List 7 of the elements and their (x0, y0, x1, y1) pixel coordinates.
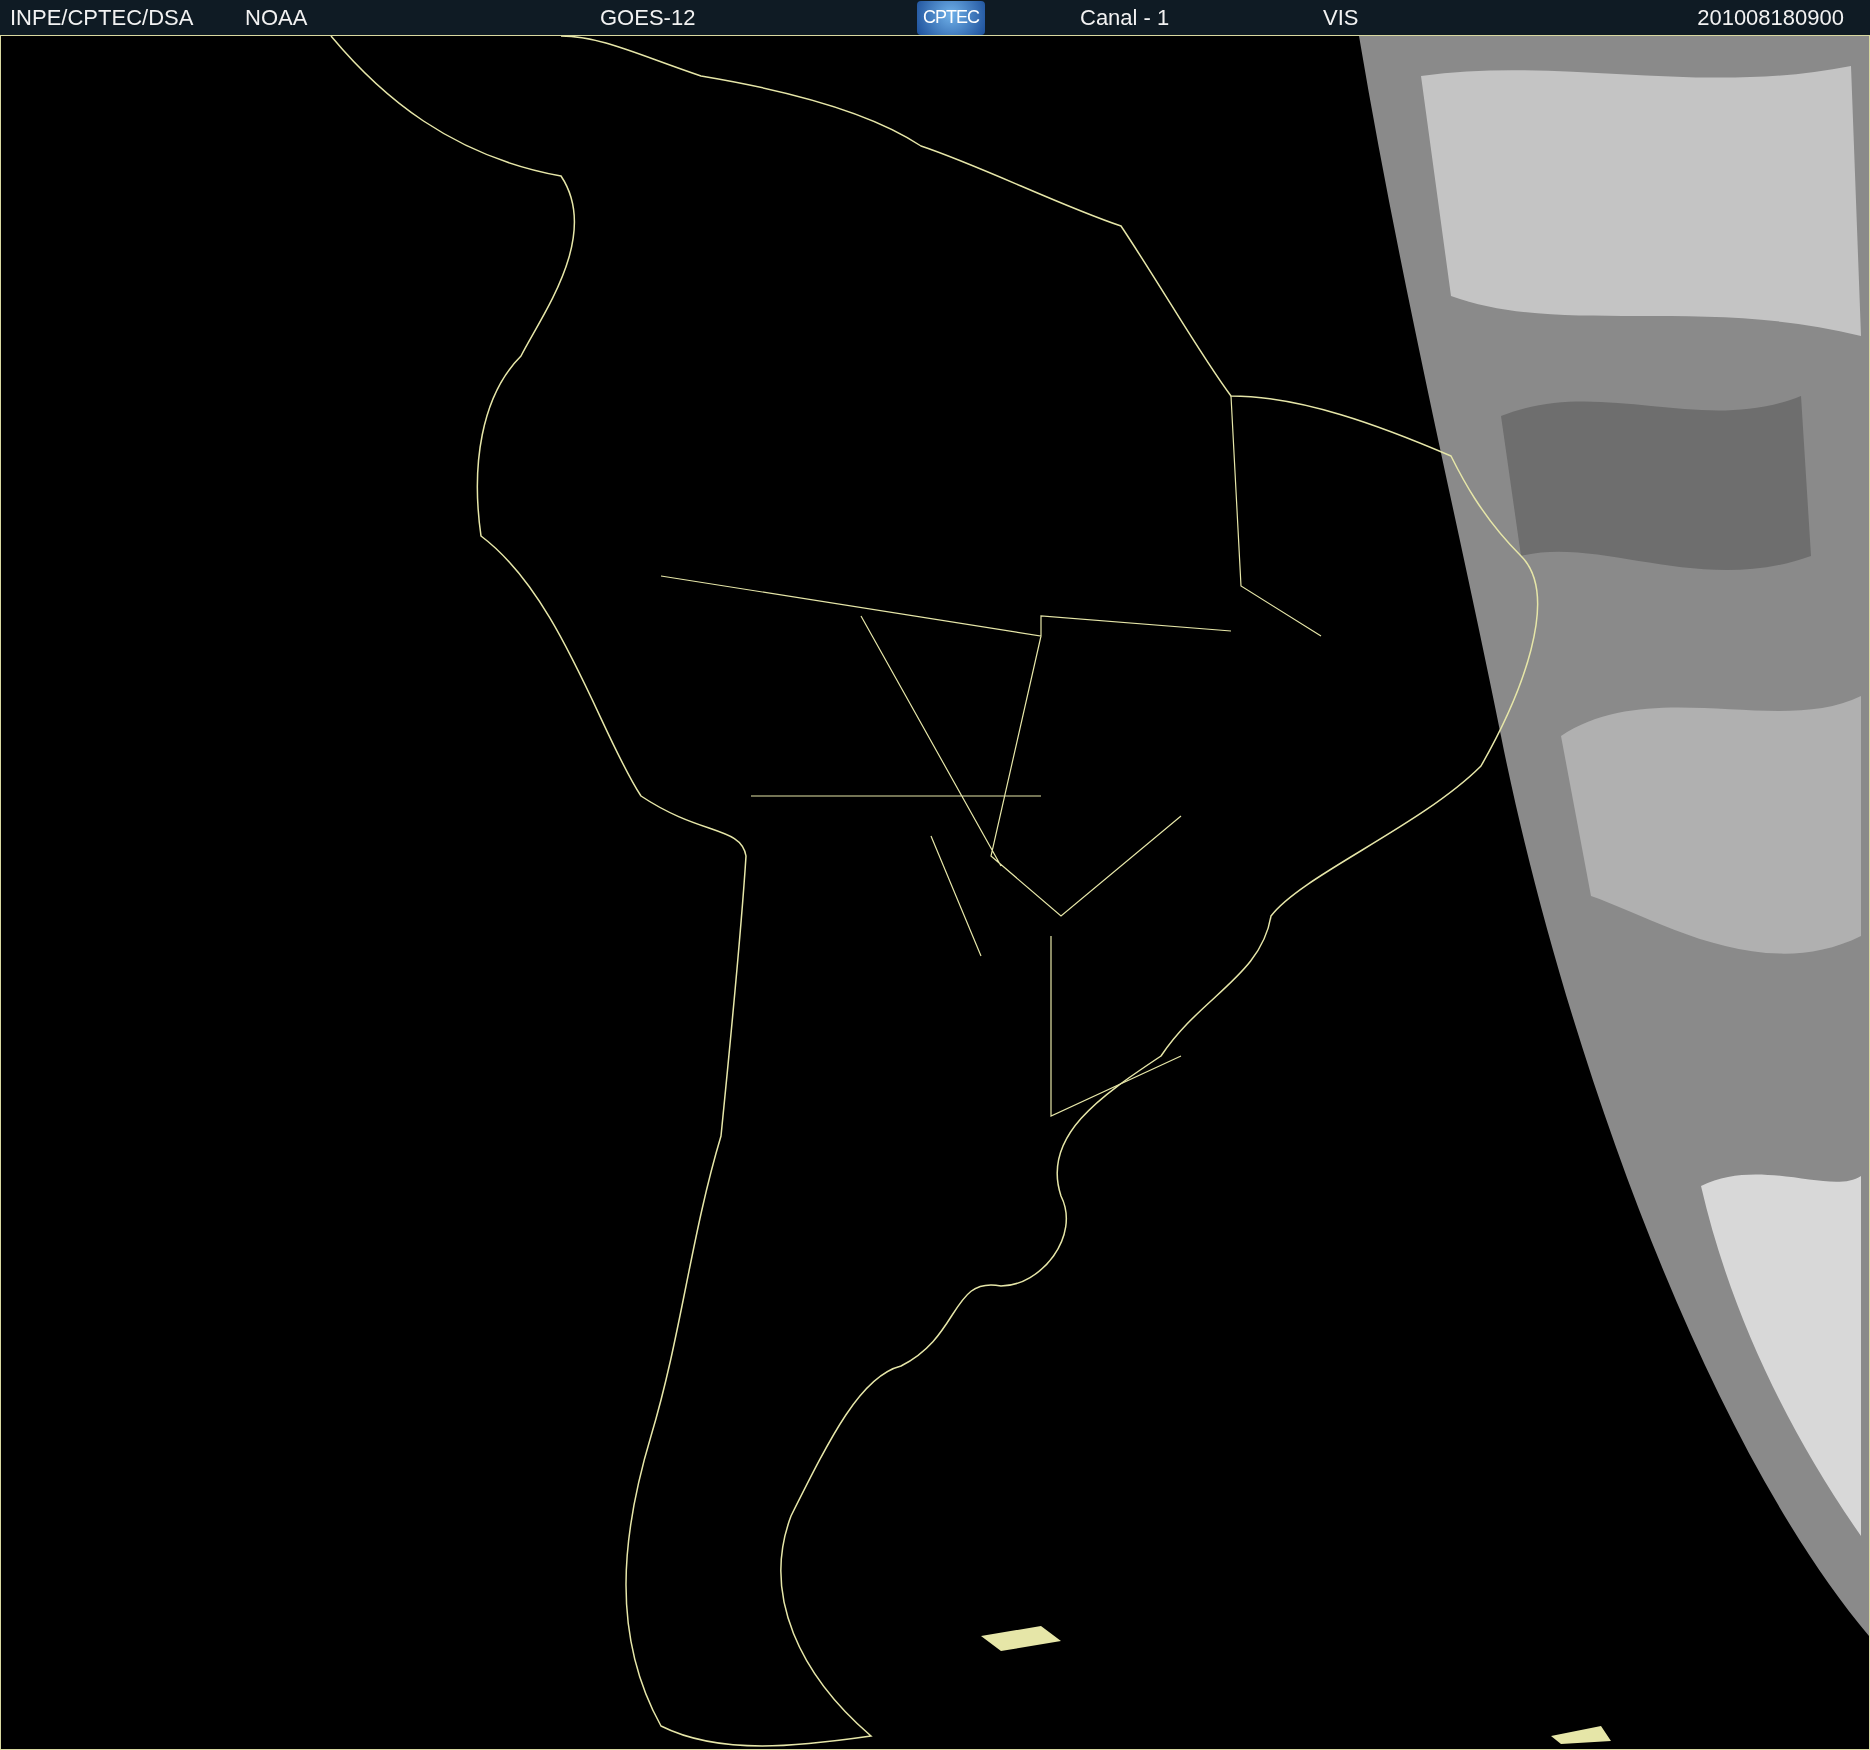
band-label: VIS (1323, 4, 1359, 31)
agency-label: NOAA (245, 4, 308, 31)
source-label: INPE/CPTEC/DSA (10, 4, 194, 31)
logo: CPTEC (917, 0, 985, 35)
timestamp-label: 201008180900 (1697, 4, 1844, 31)
channel-label: Canal - 1 (1080, 4, 1170, 31)
satellite-label: GOES-12 (600, 4, 696, 31)
